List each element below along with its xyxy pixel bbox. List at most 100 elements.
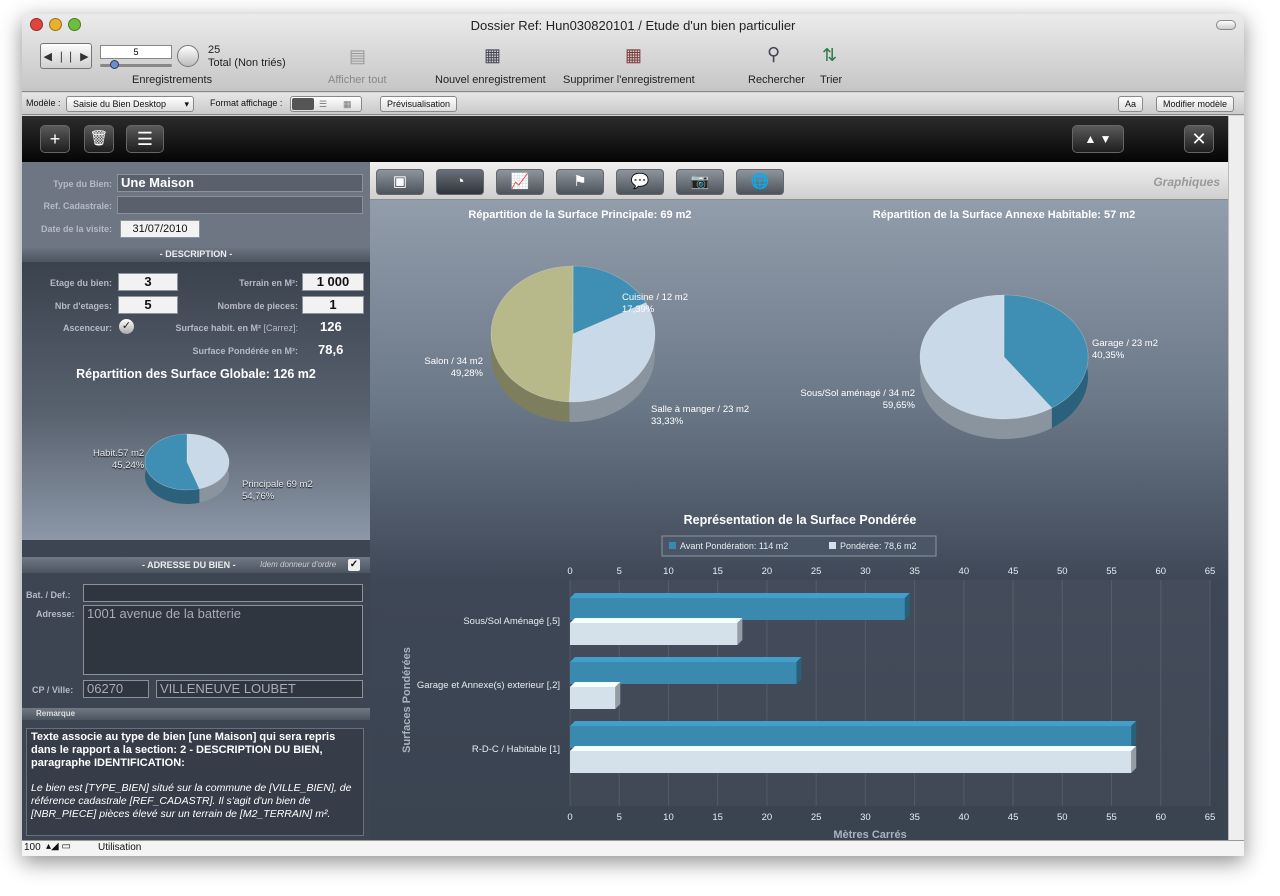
vertical-scrollbar[interactable]	[1228, 116, 1244, 840]
status-bar: 100 ▴◢ ▭ Utilisation	[22, 840, 1244, 856]
date-field[interactable]: 31/07/2010	[120, 220, 200, 238]
bat-field[interactable]	[83, 584, 363, 602]
zoom-level[interactable]: 100	[24, 842, 41, 853]
record-number-input[interactable]: 5	[100, 45, 172, 59]
add-button[interactable]: +	[40, 125, 70, 153]
model-select[interactable]: Saisie du Bien Desktop ▾	[66, 96, 194, 112]
bar-top-0-1	[570, 657, 802, 662]
zoom-icons[interactable]: ▴◢ ▭	[46, 841, 71, 852]
cadastre-field[interactable]	[117, 196, 363, 214]
legend-swatch-1	[829, 542, 836, 549]
show-all-icon[interactable]: ▤	[349, 46, 366, 67]
form-tab-button[interactable]: ▣	[376, 169, 424, 195]
record-slider-knob[interactable]	[110, 60, 119, 69]
form-view-icon[interactable]	[292, 98, 314, 110]
document-icon: ▣	[392, 173, 408, 190]
cadastre-label: Ref. Cadastrale:	[43, 201, 112, 211]
terrain-label: Terrain en M²:	[239, 278, 298, 288]
new-record-icon[interactable]: ▦	[484, 45, 501, 66]
bar-0-1	[570, 662, 797, 684]
arrow-down-icon[interactable]: ▼	[1100, 132, 1112, 146]
comment-tab-button[interactable]: 💬	[616, 169, 664, 195]
x-tick-top-2: 10	[663, 566, 674, 577]
format-view-control[interactable]: ☰ ▦	[290, 96, 362, 112]
app-window: Dossier Ref: Hun030820101 / Etude d'un b…	[22, 14, 1244, 856]
cp-field[interactable]: 06270	[83, 680, 149, 698]
delete-button[interactable]: 🗑	[84, 125, 114, 153]
bar-top-1-2	[570, 746, 1137, 751]
show-all-button[interactable]: Afficher tout	[328, 74, 387, 86]
chart-tab-button[interactable]: ◔	[436, 169, 484, 195]
remarque-field[interactable]: Texte associe au type de bien [une Maiso…	[26, 728, 364, 836]
graph-canvas: Répartition de la Surface Principale: 69…	[401, 209, 1215, 840]
ascenseur-checkbox[interactable]: ✓	[119, 319, 134, 334]
annexe-label-0: Garage / 23 m2	[1092, 338, 1158, 349]
x-tick-bottom-8: 40	[959, 812, 970, 823]
x-axis-label: Mètres Carrés	[833, 829, 906, 840]
x-tick-bottom-7: 35	[909, 812, 920, 823]
pieces-field[interactable]: 1	[302, 296, 364, 314]
next-record-icon[interactable]: ▶	[80, 50, 88, 63]
description-header: - DESCRIPTION -	[22, 246, 370, 262]
sort-icon[interactable]: ⇅	[822, 45, 837, 66]
adresse-header: - ADRESSE DU BIEN - Idem donneur d'ordre…	[22, 557, 370, 573]
annexe-pct-0: 40,35%	[1092, 350, 1125, 361]
x-tick-bottom-4: 20	[762, 812, 773, 823]
list-view-icon[interactable]: ☰	[319, 97, 327, 111]
title-bar: Dossier Ref: Hun030820101 / Etude d'un b…	[22, 14, 1244, 92]
table-view-icon[interactable]: ▦	[343, 97, 352, 111]
x-tick-bottom-1: 5	[617, 812, 622, 823]
type-field[interactable]: Une Maison	[117, 174, 363, 192]
ville-field[interactable]: VILLENEUVE LOUBET	[156, 680, 363, 698]
new-record-button[interactable]: Nouvel enregistrement	[435, 74, 546, 86]
list-icon: ☰	[136, 129, 154, 149]
toolbar-toggle-button[interactable]	[1216, 20, 1236, 30]
comment-icon: 💬	[630, 173, 650, 190]
bar-top-1-0	[570, 618, 743, 623]
principal-label-1: Salle à manger / 23 m2	[651, 404, 749, 415]
principal-label-0: Cuisine / 12 m2	[622, 292, 688, 303]
adresse-field[interactable]: 1001 avenue de la batterie	[83, 605, 363, 675]
photo-tab-button[interactable]: 📷	[676, 169, 724, 195]
record-book-control[interactable]: ◀ ❘❘ ▶	[40, 43, 92, 69]
nav-up-down-buttons[interactable]: ▲ ▼	[1072, 125, 1124, 153]
search-icon[interactable]: ⚲	[767, 44, 780, 65]
annexe-pct-1: 59,65%	[883, 400, 916, 411]
list-button[interactable]: ☰	[126, 125, 164, 153]
surface-habit-value: 126	[320, 319, 342, 334]
legend-swatch-0	[669, 542, 676, 549]
surface-habit-label: Surface habit. en M² [Carrez]:	[175, 323, 298, 333]
terrain-field[interactable]: 1 000	[302, 273, 364, 291]
preview-button[interactable]: Prévisualisation	[380, 96, 458, 112]
principal-pct-2: 49,28%	[451, 368, 484, 379]
globale-chart-title: Répartition des Surface Globale: 126 m2	[76, 367, 316, 381]
bar-0-2	[570, 726, 1132, 748]
delete-record-icon[interactable]: ▦	[625, 45, 642, 66]
arrow-up-icon[interactable]: ▲	[1084, 132, 1096, 146]
prev-record-icon[interactable]: ◀	[43, 50, 51, 63]
x-tick-top-10: 50	[1057, 566, 1068, 577]
bar-1-2	[570, 751, 1132, 773]
line-chart-tab-button[interactable]: 📈	[496, 169, 544, 195]
x-tick-top-8: 40	[959, 566, 970, 577]
form-panel: Type du Bien: Une Maison Ref. Cadastrale…	[22, 162, 370, 840]
type-label: Type du Bien:	[53, 179, 112, 189]
flag-tab-button[interactable]: ⚑	[556, 169, 604, 195]
graph-toolbar: ▣ ◔ 📈 ⚑ 💬 📷 🌐 Graphiques	[370, 162, 1228, 200]
adresse-label: Adresse:	[36, 609, 75, 619]
date-label: Date de la visite:	[40, 224, 112, 234]
delete-record-button[interactable]: Supprimer l'enregistrement	[563, 74, 695, 86]
y-category-1: Garage et Annexe(s) exterieur [,2]	[417, 680, 560, 691]
idem-checkbox[interactable]: ✓	[348, 559, 360, 571]
window-title: Dossier Ref: Hun030820101 / Etude d'un b…	[470, 18, 796, 33]
sort-button[interactable]: Trier	[820, 74, 842, 86]
x-tick-top-11: 55	[1106, 566, 1117, 577]
modify-model-button[interactable]: Modifier modèle	[1156, 96, 1235, 112]
text-format-button[interactable]: Aa	[1118, 96, 1144, 112]
close-button[interactable]: ✕	[1184, 125, 1214, 153]
web-tab-button[interactable]: 🌐	[736, 169, 784, 195]
etage-field[interactable]: 3	[118, 273, 178, 291]
nbr-etages-field[interactable]: 5	[118, 296, 178, 314]
search-button[interactable]: Rechercher	[748, 74, 805, 86]
principal-pct-1: 33,33%	[651, 416, 684, 427]
